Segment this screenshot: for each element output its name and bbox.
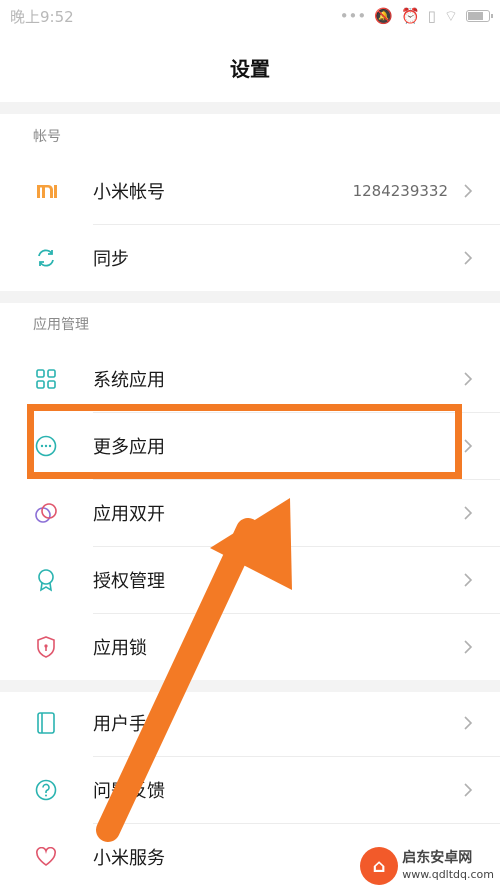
chevron-right-icon [464, 439, 473, 453]
chevron-right-icon [464, 640, 473, 654]
sync-label: 同步 [93, 249, 129, 270]
page-title: 设置 [230, 56, 270, 81]
sync-icon [34, 246, 58, 270]
watermark: ⌂ 启东安卓网 www.qdltdq.com [360, 847, 494, 885]
highlight-box [27, 404, 462, 479]
mute-icon: 🔕 [374, 7, 393, 25]
mi-account-id: 1284239332 [352, 182, 448, 200]
chevron-right-icon [464, 251, 473, 265]
settings-item-system-apps[interactable]: 系统应用 [0, 346, 500, 412]
chevron-right-icon [464, 716, 473, 730]
section-label-apps: 应用管理 [33, 317, 89, 333]
battery-icon [466, 10, 493, 22]
settings-item-app-lock[interactable]: 应用锁 [0, 614, 500, 680]
section-gap [0, 102, 500, 114]
signal-dots-icon: ••• [339, 7, 367, 25]
question-icon [34, 778, 58, 802]
mi-account-label: 小米帐号 [93, 182, 165, 203]
alarm-icon: ⏰ [400, 7, 420, 25]
watermark-url: www.qdltdq.com [402, 867, 494, 881]
mi-service-label: 小米服务 [93, 848, 165, 869]
chevron-right-icon [464, 573, 473, 587]
heart-icon [34, 845, 58, 869]
watermark-logo-icon: ⌂ [360, 847, 399, 885]
watermark-title: 启东安卓网 [402, 850, 473, 867]
shield-lock-icon [34, 635, 58, 659]
settings-item-mi-account[interactable]: 小米帐号 1284239332 [0, 158, 500, 224]
section-gap [0, 291, 500, 303]
vibrate-icon: ▯ [427, 7, 436, 25]
feedback-label: 问题反馈 [93, 781, 165, 802]
manual-icon [34, 711, 58, 735]
user-manual-label: 用户手册 [93, 714, 165, 735]
settings-item-sync[interactable]: 同步 [0, 225, 500, 291]
wifi-icon: ⌔ [443, 6, 458, 25]
settings-item-dual-apps[interactable]: 应用双开 [0, 480, 500, 546]
chevron-right-icon [464, 184, 473, 198]
chevron-right-icon [464, 372, 473, 386]
section-label-account: 帐号 [33, 129, 61, 145]
status-time: 晚上9:52 [10, 7, 74, 26]
dual-apps-label: 应用双开 [93, 504, 165, 525]
chevron-right-icon [464, 506, 473, 520]
settings-item-feedback[interactable]: 问题反馈 [0, 757, 500, 823]
mi-logo-icon [34, 179, 58, 203]
grid-icon [34, 367, 58, 391]
chevron-right-icon [464, 783, 473, 797]
settings-item-permissions[interactable]: 授权管理 [0, 547, 500, 613]
dual-app-icon [34, 501, 58, 525]
status-bar: 晚上9:52 ••• 🔕 ⏰ ▯ ⌔ [0, 0, 500, 32]
permissions-label: 授权管理 [93, 571, 165, 592]
app-lock-label: 应用锁 [93, 638, 147, 659]
system-apps-label: 系统应用 [93, 370, 165, 391]
status-icons: ••• 🔕 ⏰ ▯ ⌔ [339, 6, 493, 26]
badge-icon [34, 568, 58, 592]
settings-item-user-manual[interactable]: 用户手册 [0, 690, 500, 756]
